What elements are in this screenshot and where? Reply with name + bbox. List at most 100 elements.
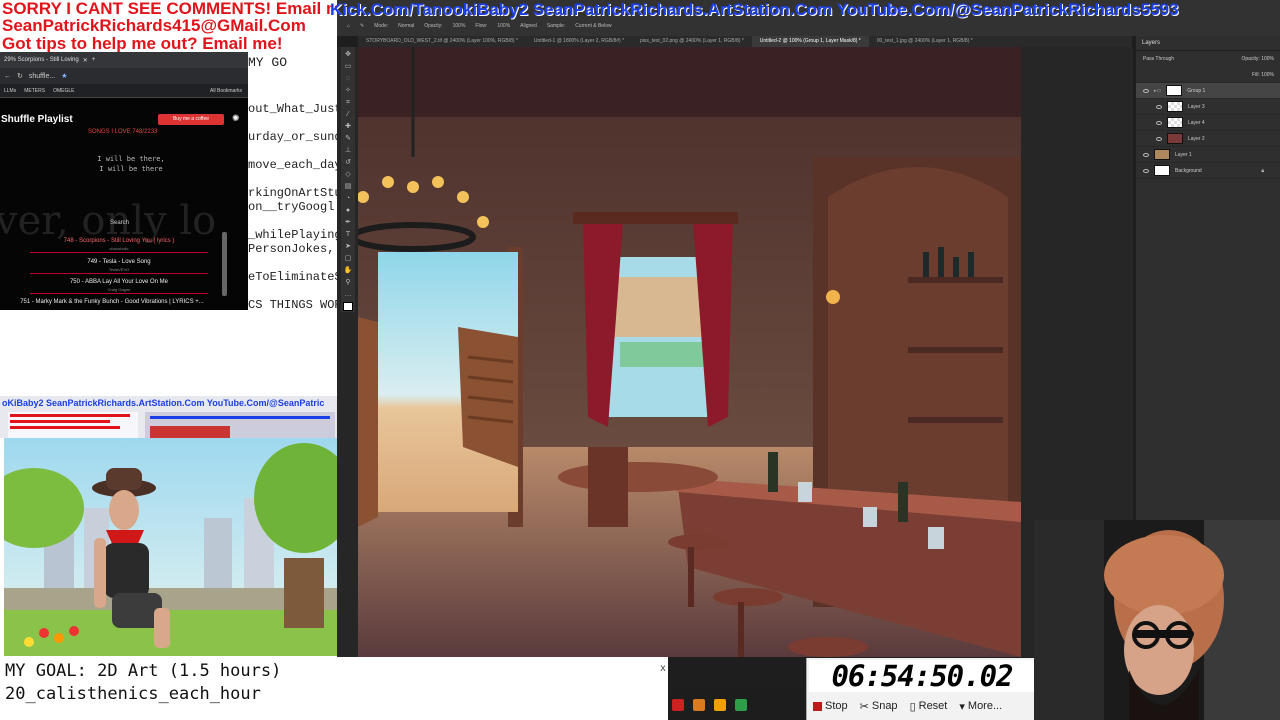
gradient-tool-icon[interactable]: ▤ [343, 182, 353, 191]
address-bar: ← ↻ shuffle... ★ [0, 68, 248, 84]
blur-tool-icon[interactable]: ◔ [343, 194, 353, 203]
stop-icon [813, 701, 822, 711]
back-icon[interactable]: ← [4, 73, 11, 80]
layer-name[interactable]: Background [1175, 168, 1202, 174]
song-item[interactable]: 750 - ABBA Lay All Your Love On Me Craig … [30, 279, 208, 294]
eye-icon[interactable] [1143, 152, 1149, 157]
eye-icon[interactable] [1143, 168, 1149, 173]
doc-tab[interactable]: Untitled-1 @ 1800% (Layer 2, RGB/8#) * [526, 36, 632, 47]
eye-icon[interactable] [1156, 104, 1162, 109]
layer-row[interactable]: Layer 1 [1136, 147, 1280, 163]
star-icon[interactable]: ★ [61, 72, 67, 80]
url-field[interactable]: shuffle... [29, 73, 55, 80]
doc-tab-active[interactable]: Untitled-2 @ 100% (Group 1, Layer Mask/8… [751, 36, 869, 47]
option-label: Sample: [546, 23, 566, 29]
stop-button[interactable]: Stop [807, 700, 854, 712]
layer-name[interactable]: Layer 2 [1188, 136, 1205, 142]
more-tools-icon[interactable]: … [343, 290, 353, 299]
song-item[interactable]: 748 - Scorpions - Still Loving You ( lyr… [30, 238, 208, 253]
app-icon[interactable] [672, 699, 684, 711]
opacity-value[interactable]: 100% [453, 23, 466, 29]
layer-row[interactable]: Layer 3 [1136, 99, 1280, 115]
sun-icon[interactable]: ✺ [232, 113, 240, 124]
browser-window: 29% Scorpions - Still Loving ✕ + ← ↻ shu… [0, 52, 248, 310]
more-button[interactable]: ▾ More... [953, 700, 1008, 713]
layer-row[interactable]: ▸▭ Group 1 [1136, 83, 1280, 99]
reload-icon[interactable]: ↻ [17, 72, 23, 80]
app-icon[interactable] [693, 699, 705, 711]
blend-mode-select[interactable]: Pass Through [1143, 56, 1174, 62]
close-icon[interactable]: x [660, 657, 666, 680]
lasso-tool-icon[interactable]: ◌ [343, 74, 353, 83]
playlist-scrollbar[interactable] [222, 232, 227, 296]
hand-tool-icon[interactable]: ✋ [343, 266, 353, 275]
songs-counter: SONGS I LOVE 748/2233 [88, 129, 158, 135]
folder-icon: ▸▭ [1154, 87, 1162, 94]
crop-tool-icon[interactable]: ⌗ [343, 98, 353, 107]
doc-tab[interactable]: STORYBOARD_OLD_WEST_2.tif @ 2400% (Layer… [358, 36, 526, 47]
option-label: Flow: [475, 23, 488, 29]
type-tool-icon[interactable]: T [343, 230, 353, 239]
song-item[interactable]: 751 - Marky Mark & the Funky Bunch - Goo… [2, 299, 222, 306]
app-icon[interactable] [714, 699, 726, 711]
doc-tab[interactable]: piss_test_02.png @ 2400% (Layer 1, RGB/8… [632, 36, 752, 47]
history-brush-icon[interactable]: ↺ [343, 158, 353, 167]
doc-tab[interactable]: 00_test_1.jpg @ 2400% (Layer 1, RGB/8) * [869, 36, 981, 47]
fill-field[interactable]: Fill: 100% [1252, 72, 1274, 78]
path-select-icon[interactable]: ➤ [343, 242, 353, 251]
option-label: Mode: [374, 23, 389, 29]
search-label[interactable]: Search [110, 220, 129, 226]
new-tab-icon[interactable]: + [92, 57, 96, 63]
buy-coffee-button[interactable]: Buy me a coffee [158, 114, 224, 125]
layer-name[interactable]: Layer 4 [1188, 120, 1205, 126]
bookmark-item[interactable]: All Bookmarks [210, 88, 242, 94]
eyedropper-tool-icon[interactable]: ⁄ [343, 110, 353, 119]
eye-icon[interactable] [1156, 136, 1162, 141]
snap-button[interactable]: ✂ Snap [854, 700, 904, 713]
bookmark-item[interactable]: OMEGLE [53, 88, 74, 94]
app-icon[interactable] [735, 699, 747, 711]
browser-tab[interactable]: 29% Scorpions - Still Loving [4, 57, 79, 63]
eraser-tool-icon[interactable]: ◇ [343, 170, 353, 179]
eye-icon[interactable] [1156, 120, 1162, 125]
color-swatch-icon[interactable] [343, 302, 353, 311]
healing-tool-icon[interactable]: ✚ [343, 122, 353, 131]
pen-tool-icon[interactable]: ✒ [343, 218, 353, 227]
lock-icon[interactable]: 🔒︎ [1261, 168, 1264, 174]
layer-thumbnail [1154, 165, 1170, 176]
layer-row[interactable]: Layer 2 [1136, 131, 1280, 147]
home-icon[interactable]: ⌂ [347, 23, 350, 29]
reset-button[interactable]: ▯ Reset [904, 700, 954, 713]
layer-name[interactable]: Group 1 [1187, 88, 1205, 94]
zoom-tool-icon[interactable]: ⚲ [343, 278, 353, 287]
reset-icon: ▯ [909, 700, 916, 713]
layer-name[interactable]: Layer 3 [1188, 104, 1205, 110]
sample-select[interactable]: Current & Below [575, 23, 611, 29]
dodge-tool-icon[interactable]: ● [343, 206, 353, 215]
shape-tool-icon[interactable]: ▢ [343, 254, 353, 263]
stamp-tool-icon[interactable]: ⊥ [343, 146, 353, 155]
flow-value[interactable]: 100% [497, 23, 510, 29]
brush-tool-icon[interactable]: ✎ [343, 134, 353, 143]
move-tool-icon[interactable]: ✥ [343, 50, 353, 59]
marquee-tool-icon[interactable]: ▭ [343, 62, 353, 71]
mode-select[interactable]: Normal [398, 23, 414, 29]
bookmark-item[interactable]: LLMs [4, 88, 16, 94]
bookmark-item[interactable]: METERS [24, 88, 45, 94]
layer-row[interactable]: Layer 4 [1136, 115, 1280, 131]
brush-icon[interactable]: ✎ [360, 23, 364, 29]
tool-options-bar: ⌂ ✎ Mode: Normal Opacity: 100% Flow: 100… [337, 18, 1280, 34]
song-item[interactable]: 749 - Tesla - Love Song TeslaVEVO [30, 259, 208, 274]
layer-thumbnail [1154, 149, 1170, 160]
notepad-line: eToEliminateS [248, 270, 337, 284]
layer-name[interactable]: Layer 1 [1175, 152, 1192, 158]
current-lyric: I will be there, I will be there [97, 155, 165, 173]
layer-row[interactable]: Background 🔒︎ [1136, 163, 1280, 179]
opacity-field[interactable]: Opacity: 100% [1241, 56, 1274, 62]
eye-icon[interactable] [1143, 88, 1149, 93]
wand-tool-icon[interactable]: ✧ [343, 86, 353, 95]
saloon-artwork[interactable] [358, 47, 1021, 657]
close-icon[interactable]: ✕ [83, 57, 88, 64]
aligned-checkbox[interactable]: Aligned [520, 23, 537, 29]
notepad-line: on__tryGoogl [248, 200, 335, 214]
